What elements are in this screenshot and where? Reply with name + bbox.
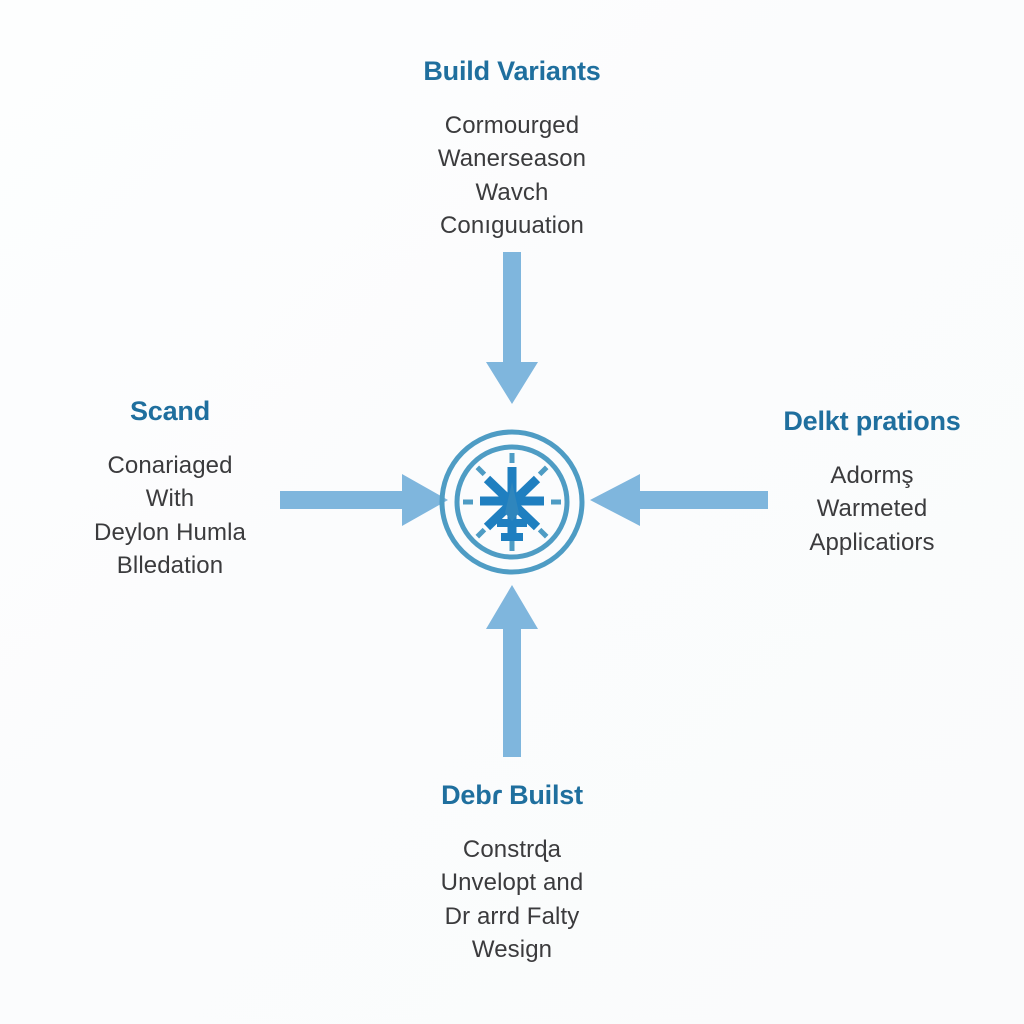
node-bottom-description: Constrɖa Unvelopt and Dr arrd Falty Wesi… [330,833,694,966]
node-bottom-line-1: Constrɖa [462,836,562,864]
node-left-line-1: Conariaged [107,452,233,480]
node-left-description: Conariaged With Deylon Humla Blledation [22,449,318,582]
node-bottom-line-4: Wesign [471,936,553,964]
node-top: Build Variants Cormourged Wanerseason Wa… [330,56,694,242]
node-top-line-1: Cormourged [444,112,580,140]
node-top-line-4: Conıguuation [440,212,584,240]
arrow-right-icon [280,466,448,539]
node-left-line-2: With [145,485,195,513]
node-top-title: Build Variants [423,56,601,86]
center-hub [437,427,587,577]
node-bottom-title: Debɾ Builst [441,780,583,810]
node-right-title: Delkt prations [783,406,961,436]
diagram-canvas: Build Variants Cormourged Wanerseason Wa… [0,0,1024,1024]
arrow-left-icon [590,466,768,539]
arrow-up-icon [478,585,546,762]
node-top-line-3: Wavch [475,178,549,206]
arrow-down-icon [478,252,546,409]
node-top-line-2: Wanerseason [437,145,587,173]
node-left-line-3: Deylon Humla [94,518,246,546]
node-bottom-line-2: Unvelopt and [440,869,584,897]
compass-dial-icon [439,429,585,575]
node-bottom: Debɾ Builst Constrɖa Unvelopt and Dr arr… [330,780,694,966]
node-top-description: Cormourged Wanerseason Wavch Conıguuatio… [330,109,694,242]
node-bottom-line-3: Dr arrd Falty [444,902,580,930]
node-left-line-4: Blledation [116,552,224,580]
node-left-title: Scand [129,396,211,426]
node-left: Scand Conariaged With Deylon Humla Blled… [22,396,318,582]
